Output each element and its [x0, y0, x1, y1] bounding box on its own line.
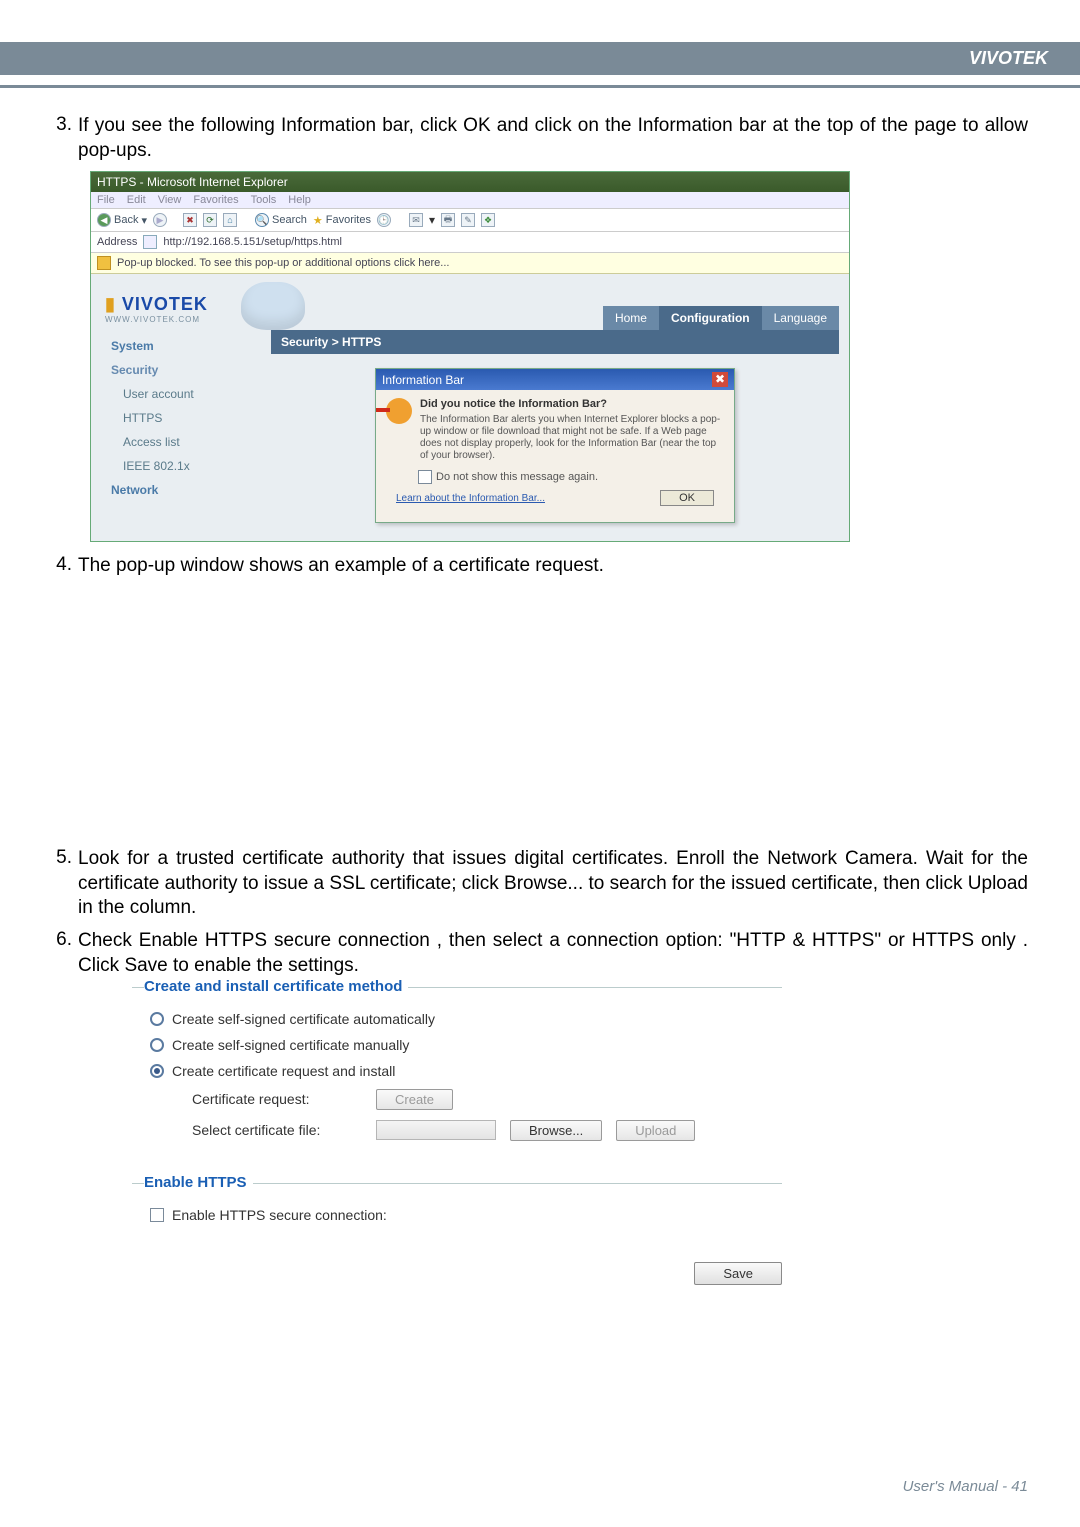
- tab-home[interactable]: Home: [603, 306, 659, 330]
- back-icon: ◀: [97, 213, 111, 227]
- select-file-label: Select certificate file:: [192, 1122, 362, 1138]
- mail-icon[interactable]: ✉: [409, 213, 423, 227]
- close-icon[interactable]: ✖: [712, 372, 728, 387]
- nav-user-account[interactable]: User account: [105, 382, 271, 406]
- menu-edit[interactable]: Edit: [127, 194, 146, 206]
- ie-menu-bar: File Edit View Favorites Tools Help: [91, 192, 849, 208]
- tab-language[interactable]: Language: [762, 306, 839, 330]
- radio-request-install-label: Create certificate request and install: [172, 1063, 395, 1079]
- create-cert-fieldset: Create and install certificate method Cr…: [132, 987, 782, 1165]
- ie-title-bar: HTTPS - Microsoft Internet Explorer: [91, 172, 849, 192]
- create-button[interactable]: Create: [376, 1089, 453, 1110]
- tab-configuration[interactable]: Configuration: [659, 306, 762, 330]
- nav-ieee8021x[interactable]: IEEE 802.1x: [105, 454, 271, 478]
- back-button[interactable]: ◀ Back ▾: [97, 213, 147, 227]
- menu-file[interactable]: File: [97, 194, 115, 206]
- page-footer: User's Manual - 41: [903, 1478, 1028, 1495]
- step-6: 6. Check Enable HTTPS secure connection …: [52, 929, 1028, 978]
- menu-tools[interactable]: Tools: [251, 194, 277, 206]
- step-3-text: If you see the following Information bar…: [78, 114, 1028, 163]
- alert-icon: [386, 398, 412, 424]
- search-icon: 🔍: [255, 213, 269, 227]
- info-bar-dialog: Information Bar ✖ Did you notice the Inf…: [375, 368, 735, 523]
- search-button[interactable]: 🔍 Search: [255, 213, 307, 227]
- enable-https-fieldset: Enable HTTPS Enable HTTPS secure connect…: [132, 1183, 782, 1247]
- nav-access-list[interactable]: Access list: [105, 430, 271, 454]
- do-not-show-checkbox[interactable]: [418, 470, 432, 484]
- info-icon: [97, 256, 111, 270]
- file-input[interactable]: [376, 1120, 496, 1140]
- learn-more-link[interactable]: Learn about the Information Bar...: [396, 493, 545, 504]
- browse-button[interactable]: Browse...: [510, 1120, 602, 1141]
- create-cert-legend: Create and install certificate method: [144, 978, 408, 995]
- refresh-icon[interactable]: ⟳: [203, 213, 217, 227]
- dialog-body-text: The Information Bar alerts you when Inte…: [420, 414, 724, 462]
- back-label: Back: [114, 214, 138, 226]
- step-3: 3. If you see the following Information …: [52, 114, 1028, 163]
- upload-button[interactable]: Upload: [616, 1120, 695, 1141]
- cert-request-label: Certificate request:: [192, 1091, 362, 1107]
- camera-graphic: [241, 282, 305, 330]
- info-bar-text: Pop-up blocked. To see this pop-up or ad…: [117, 257, 449, 269]
- dialog-question: Did you notice the Information Bar?: [420, 398, 724, 410]
- address-url[interactable]: http://192.168.5.151/setup/https.html: [163, 236, 342, 248]
- step-5-text: Look for a trusted certificate authority…: [78, 847, 1028, 921]
- do-not-show-label: Do not show this message again.: [436, 471, 598, 483]
- step-4-number: 4.: [52, 554, 78, 579]
- forward-icon[interactable]: ▶: [153, 213, 167, 227]
- stop-icon[interactable]: ✖: [183, 213, 197, 227]
- enable-https-checkbox[interactable]: [150, 1208, 164, 1222]
- ok-button[interactable]: OK: [660, 490, 714, 506]
- radio-request-install[interactable]: [150, 1064, 164, 1078]
- step-4-text: The pop-up window shows an example of a …: [78, 554, 604, 579]
- star-icon: ★: [313, 214, 323, 227]
- ie-toolbar: ◀ Back ▾ ▶ ✖ ⟳ ⌂ 🔍 Search ★ Favorites 🕒: [91, 208, 849, 232]
- step-6-number: 6.: [52, 929, 78, 978]
- radio-auto[interactable]: [150, 1012, 164, 1026]
- radio-manual-label: Create self-signed certificate manually: [172, 1037, 409, 1053]
- ie-information-bar[interactable]: Pop-up blocked. To see this pop-up or ad…: [91, 253, 849, 274]
- step-6-text: Check Enable HTTPS secure connection , t…: [78, 929, 1028, 978]
- ie-address-bar: Address http://192.168.5.151/setup/https…: [91, 232, 849, 253]
- menu-help[interactable]: Help: [288, 194, 311, 206]
- nav-security[interactable]: Security: [105, 358, 271, 382]
- save-button[interactable]: Save: [694, 1262, 782, 1285]
- dialog-title: Information Bar: [382, 373, 464, 387]
- brand-header: VIVOTEK: [0, 42, 1080, 75]
- menu-favorites[interactable]: Favorites: [193, 194, 238, 206]
- enable-https-label: Enable HTTPS secure connection:: [172, 1207, 387, 1223]
- print-icon[interactable]: 🖶: [441, 213, 455, 227]
- step-3-number: 3.: [52, 114, 78, 163]
- page-icon: [143, 235, 157, 249]
- radio-auto-label: Create self-signed certificate automatic…: [172, 1011, 435, 1027]
- step-5-number: 5.: [52, 847, 78, 921]
- breadcrumb: Security > HTTPS: [271, 330, 839, 354]
- enable-https-legend: Enable HTTPS: [144, 1174, 253, 1191]
- history-icon[interactable]: 🕒: [377, 213, 391, 227]
- edit-icon[interactable]: ✎: [461, 213, 475, 227]
- radio-manual[interactable]: [150, 1038, 164, 1052]
- nav-https[interactable]: HTTPS: [105, 406, 271, 430]
- step-4: 4. The pop-up window shows an example of…: [52, 554, 1028, 579]
- nav-network[interactable]: Network: [105, 478, 271, 502]
- step-5: 5. Look for a trusted certificate author…: [52, 847, 1028, 921]
- nav-system[interactable]: System: [105, 334, 271, 358]
- favorites-button[interactable]: ★ Favorites: [313, 214, 371, 227]
- address-label: Address: [97, 236, 137, 248]
- home-icon[interactable]: ⌂: [223, 213, 237, 227]
- menu-view[interactable]: View: [158, 194, 182, 206]
- ie-window: HTTPS - Microsoft Internet Explorer File…: [90, 171, 850, 542]
- messenger-icon[interactable]: ❖: [481, 213, 495, 227]
